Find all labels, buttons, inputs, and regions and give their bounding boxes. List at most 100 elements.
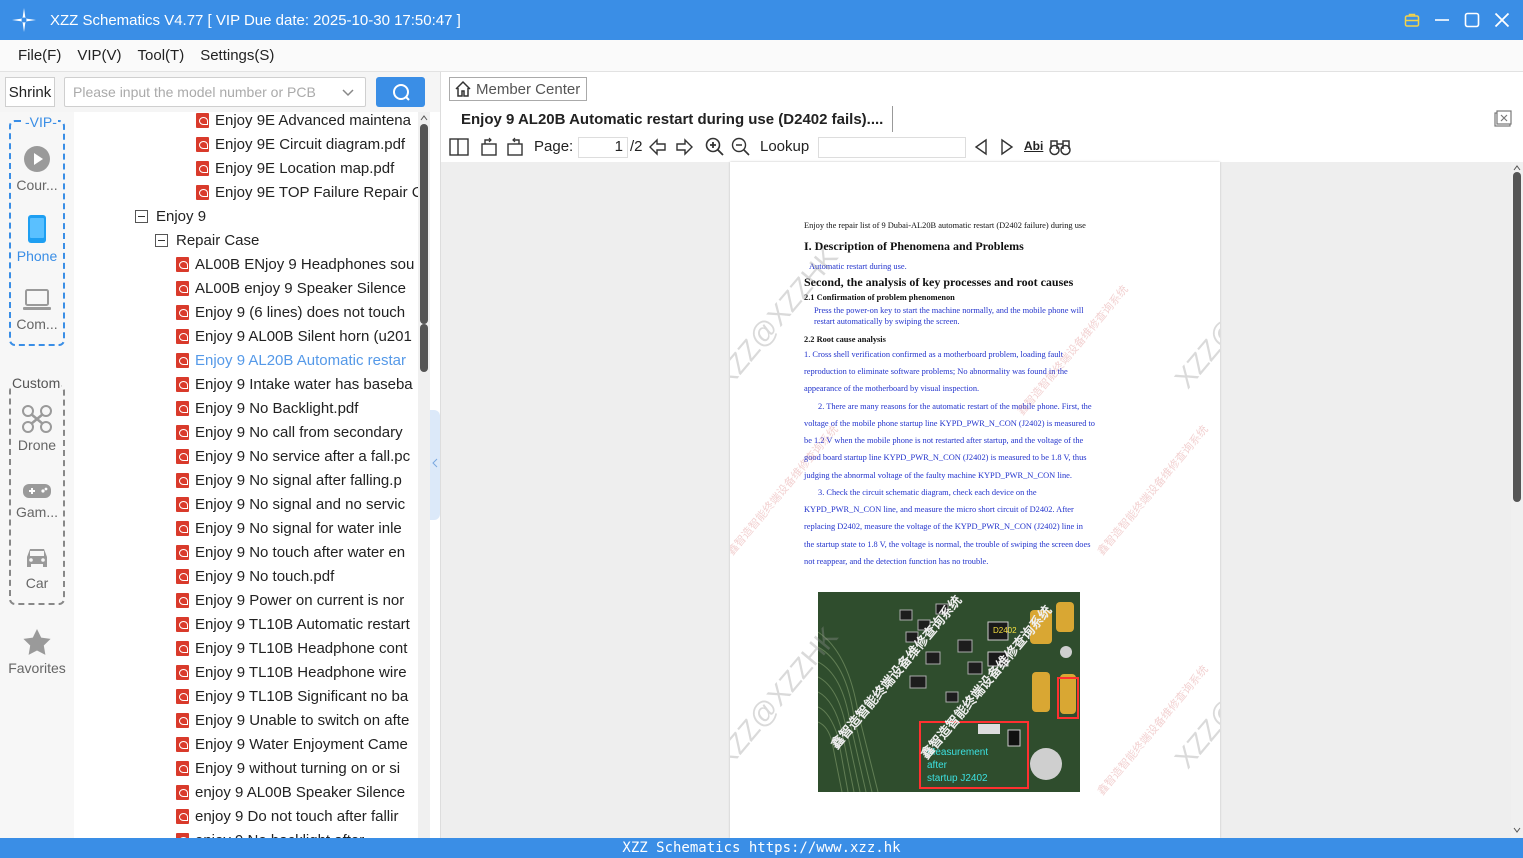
next-page-icon[interactable] xyxy=(674,137,694,157)
nav-course[interactable]: Cour... xyxy=(0,145,74,193)
pdf-icon xyxy=(176,520,189,536)
tree-file[interactable]: Enjoy 9 Intake water has baseba xyxy=(176,372,413,396)
scroll-down-icon[interactable] xyxy=(1513,826,1521,834)
lookup-input[interactable] xyxy=(818,137,966,158)
member-center-button[interactable]: Member Center xyxy=(449,77,587,101)
tree-file[interactable]: Enjoy 9 TL10B Automatic restart xyxy=(176,612,410,636)
chevron-down-icon[interactable] xyxy=(341,85,355,102)
tree-file[interactable]: AL00B enjoy 9 Speaker Silence xyxy=(176,276,406,300)
tree-file[interactable]: Enjoy 9E TOP Failure Repair C xyxy=(196,180,418,204)
doc-line: voltage of the mobile phone startup line… xyxy=(804,419,1095,428)
minimize-icon[interactable] xyxy=(1433,11,1451,29)
scroll-up-icon[interactable] xyxy=(1513,164,1521,172)
nav-computer[interactable]: Com... xyxy=(0,288,74,332)
viewer-scroll-thumb[interactable] xyxy=(1513,172,1521,502)
menu-vip[interactable]: VIP(V) xyxy=(77,47,121,64)
tree-file[interactable]: Enjoy 9 TL10B Headphone wire xyxy=(176,660,407,684)
menu-settings[interactable]: Settings(S) xyxy=(200,47,274,64)
custom-group-label: Custom xyxy=(11,375,62,391)
tree-file[interactable]: Enjoy 9 No Backlight.pdf xyxy=(176,396,358,420)
tree-file[interactable]: Enjoy 9 No touch.pdf xyxy=(176,564,334,588)
pdf-icon xyxy=(176,472,189,488)
pdf-icon xyxy=(176,784,189,800)
sidebar-toggle-icon[interactable] xyxy=(449,138,469,156)
pdf-icon xyxy=(176,664,189,680)
binoculars-icon[interactable] xyxy=(1049,137,1071,157)
nav-computer-label: Com... xyxy=(16,316,58,332)
match-case-icon[interactable]: Abi xyxy=(1024,139,1043,153)
doc-line: Press the power-on key to start the mach… xyxy=(814,306,1084,315)
tree-file[interactable]: Enjoy 9 AL00B Silent horn (u201 xyxy=(176,324,412,348)
tree-file[interactable]: Enjoy 9 No signal for water inle xyxy=(176,516,402,540)
tree-file[interactable]: Enjoy 9 No service after a fall.pc xyxy=(176,444,410,468)
collapse-icon[interactable] xyxy=(155,233,168,247)
nav-game[interactable]: Gam... xyxy=(0,482,74,520)
zoom-in-icon[interactable] xyxy=(705,137,725,157)
nav-drone[interactable]: Drone xyxy=(0,405,74,453)
model-search-input[interactable]: Please input the model number or PCB xyxy=(64,77,366,107)
tree-file[interactable]: Enjoy 9 (6 lines) does not touch xyxy=(176,300,405,324)
tree-file[interactable]: Enjoy 9 No signal and no servic xyxy=(176,492,405,516)
find-prev-icon[interactable] xyxy=(973,138,989,156)
viewer-scrollbar[interactable] xyxy=(1511,162,1523,838)
doc-line: appearance of the motherboard by visual … xyxy=(804,384,980,393)
pdf-icon xyxy=(176,328,189,344)
close-tab-icon[interactable] xyxy=(1494,110,1512,128)
tree-file[interactable]: Enjoy 9E Advanced maintena xyxy=(196,112,411,132)
zoom-out-icon[interactable] xyxy=(731,137,751,157)
collapse-pane-handle[interactable] xyxy=(430,410,440,520)
vip-group-label: -VIP- xyxy=(24,114,58,130)
doc-line: 2. There are many reasons for the automa… xyxy=(818,402,1092,411)
nav-phone[interactable]: Phone xyxy=(0,214,74,264)
page-number-input[interactable]: 1 xyxy=(578,137,628,158)
nav-favorites-label: Favorites xyxy=(8,660,66,676)
prev-page-icon[interactable] xyxy=(648,137,668,157)
search-placeholder: Please input the model number or PCB xyxy=(73,84,316,100)
find-next-icon[interactable] xyxy=(999,138,1015,156)
briefcase-icon[interactable] xyxy=(1403,11,1421,29)
tree-file[interactable]: Enjoy 9 Unable to switch on afte xyxy=(176,708,409,732)
tree-file[interactable]: enjoy 9 AL00B Speaker Silence xyxy=(176,780,405,804)
tree-file[interactable]: enjoy 9 No backlight after ... xyxy=(176,828,381,838)
tree-file[interactable]: Enjoy 9 Water Enjoyment Came xyxy=(176,732,408,756)
page-watermark: XZZ@XZZHK xyxy=(1168,621,1220,774)
collapse-icon[interactable] xyxy=(135,209,148,223)
tree-file[interactable]: Enjoy 9E Location map.pdf xyxy=(196,156,394,180)
maximize-icon[interactable] xyxy=(1463,11,1481,29)
tree-file[interactable]: Enjoy 9 TL10B Significant no ba xyxy=(176,684,408,708)
nav-favorites[interactable]: Favorites xyxy=(0,628,74,676)
tree-file[interactable]: enjoy 9 Do not touch after fallir xyxy=(176,804,398,828)
tree-scroll-thumb[interactable] xyxy=(420,124,428,324)
tree-scrollbar[interactable] xyxy=(418,112,430,838)
menu-tool[interactable]: Tool(T) xyxy=(138,47,185,64)
document-tab[interactable]: Enjoy 9 AL20B Automatic restart during u… xyxy=(449,106,893,132)
pdf-icon xyxy=(196,184,209,200)
tree-file[interactable]: Enjoy 9 No call from secondary xyxy=(176,420,403,444)
tree-file[interactable]: AL00B ENjoy 9 Headphones sou xyxy=(176,252,414,276)
tree-scroll-thumb-lower[interactable] xyxy=(420,324,428,372)
search-button[interactable] xyxy=(376,77,425,107)
pdf-icon xyxy=(196,112,209,128)
tree-folder-repair-case[interactable]: Repair Case xyxy=(155,228,259,252)
pdf-icon xyxy=(176,448,189,464)
pdf-icon xyxy=(176,592,189,608)
tree-file[interactable]: Enjoy 9 Power on current is nor xyxy=(176,588,404,612)
tree-file[interactable]: Enjoy 9 AL20B Automatic restar xyxy=(176,348,406,372)
shrink-button[interactable]: Shrink xyxy=(5,77,55,107)
rotate-left-icon[interactable] xyxy=(479,137,499,157)
close-icon[interactable] xyxy=(1493,11,1511,29)
tree-file[interactable]: Enjoy 9 No signal after falling.p xyxy=(176,468,402,492)
doc-line: replacing D2402, measure the voltage of … xyxy=(804,522,1083,531)
tree-file[interactable]: Enjoy 9 No touch after water en xyxy=(176,540,405,564)
menu-file[interactable]: File(F) xyxy=(18,47,61,64)
tree-file[interactable]: Enjoy 9E Circuit diagram.pdf xyxy=(196,132,405,156)
scroll-up-icon[interactable] xyxy=(420,114,428,122)
tree-file[interactable]: Enjoy 9 TL10B Headphone cont xyxy=(176,636,407,660)
pdf-icon xyxy=(176,496,189,512)
doc-line: 3. Check the circuit schematic diagram, … xyxy=(818,488,1037,497)
tree-file[interactable]: Enjoy 9 without turning on or si xyxy=(176,756,400,780)
tree-folder-enjoy9[interactable]: Enjoy 9 xyxy=(135,204,206,228)
nav-car[interactable]: Car xyxy=(0,545,74,591)
rotate-right-icon[interactable] xyxy=(505,137,525,157)
nav-game-label: Gam... xyxy=(15,504,58,520)
